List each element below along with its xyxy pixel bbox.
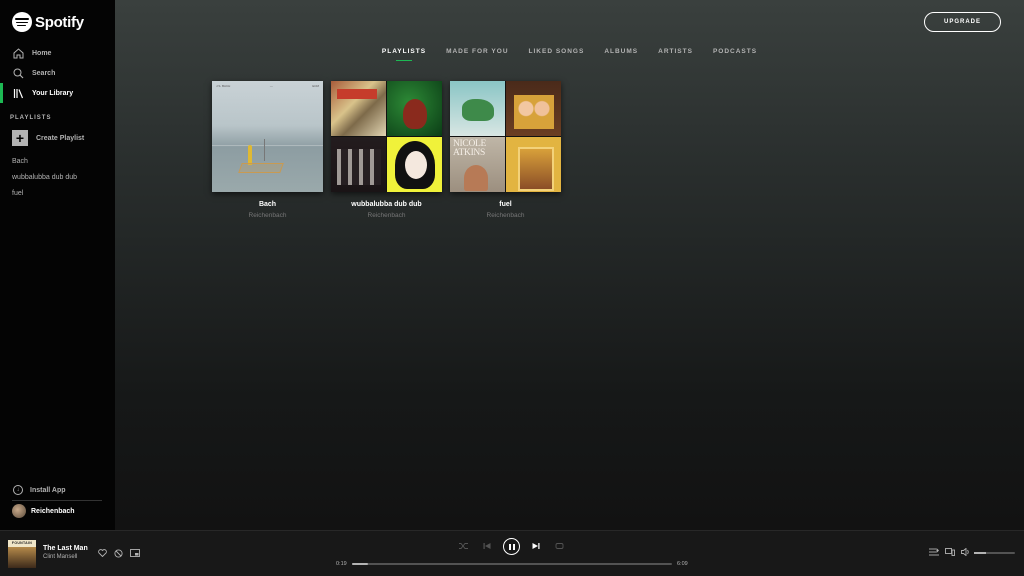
upgrade-button[interactable]: UPGRADE xyxy=(924,12,1001,32)
pause-icon xyxy=(508,543,515,550)
nav-item-your-library[interactable]: Your Library xyxy=(0,83,115,103)
now-playing-cover[interactable]: FOUNTAIN xyxy=(8,540,36,568)
repeat-icon[interactable] xyxy=(555,542,564,550)
previous-icon[interactable] xyxy=(483,542,491,550)
tab-playlists[interactable]: PLAYLISTS xyxy=(382,48,426,59)
next-icon[interactable] xyxy=(532,542,540,550)
volume-slider[interactable] xyxy=(974,552,1015,554)
playlist-title[interactable]: fuel xyxy=(499,201,511,208)
library-tabs: PLAYLISTS MADE FOR YOU LIKED SONGS ALBUM… xyxy=(115,48,1024,59)
tab-made-for-you[interactable]: MADE FOR YOU xyxy=(446,48,508,59)
track-artist[interactable]: Clint Mansell xyxy=(43,554,77,560)
create-playlist-button[interactable]: + Create Playlist xyxy=(12,130,84,146)
playlist-title[interactable]: wubbalubba dub dub xyxy=(351,201,421,208)
playlist-owner: Reichenbach xyxy=(367,212,406,219)
playlist-cover[interactable] xyxy=(331,81,442,192)
album-art xyxy=(506,81,561,136)
playlist-card-bach[interactable]: J.S. BACH — ECM Bach Reichenbach xyxy=(212,81,323,219)
avatar xyxy=(12,504,26,518)
block-icon[interactable] xyxy=(114,549,123,558)
sidebar-playlist-fuel[interactable]: fuel xyxy=(12,190,23,197)
sidebar: Spotify Home Search Your Library PLAYLIS… xyxy=(0,0,115,530)
active-indicator xyxy=(0,83,3,103)
tab-liked-songs[interactable]: LIKED SONGS xyxy=(529,48,585,59)
user-name: Reichenbach xyxy=(31,507,75,515)
progress-bar[interactable] xyxy=(352,563,672,565)
search-icon xyxy=(12,67,24,79)
shuffle-icon[interactable] xyxy=(459,542,468,550)
picture-in-picture-icon[interactable] xyxy=(130,549,140,557)
install-app-button[interactable]: ↓ Install App xyxy=(13,485,66,495)
nav-label-your-library: Your Library xyxy=(32,89,74,97)
tab-albums[interactable]: ALBUMS xyxy=(604,48,638,59)
album-art xyxy=(506,137,561,192)
album-art xyxy=(387,137,442,192)
album-art xyxy=(387,81,442,136)
sidebar-playlist-wubbalubba[interactable]: wubbalubba dub dub xyxy=(12,174,77,181)
playlist-title[interactable]: Bach xyxy=(259,201,276,208)
volume-icon[interactable] xyxy=(961,548,970,556)
tab-artists[interactable]: ARTISTS xyxy=(658,48,693,59)
playlists-heading: PLAYLISTS xyxy=(10,115,52,121)
library-icon xyxy=(12,87,24,99)
album-art: NICOLE ATKINS xyxy=(450,137,505,192)
spotify-logo[interactable]: Spotify xyxy=(12,12,84,32)
sidebar-divider xyxy=(12,500,102,501)
progress-fill xyxy=(352,563,368,565)
plus-icon: + xyxy=(12,130,28,146)
spotify-icon xyxy=(12,12,32,32)
nav-item-home[interactable]: Home xyxy=(0,43,115,63)
playlist-cover[interactable]: NICOLE ATKINS xyxy=(450,81,561,192)
elapsed-time: 0:19 xyxy=(336,561,347,567)
heart-icon[interactable] xyxy=(98,549,107,557)
album-art xyxy=(331,137,386,192)
duration-time: 6:09 xyxy=(677,561,688,567)
playlist-owner: Reichenbach xyxy=(486,212,525,219)
cover-text: FOUNTAIN xyxy=(11,541,33,545)
playlist-cover[interactable]: J.S. BACH — ECM xyxy=(212,81,323,192)
playlist-grid: J.S. BACH — ECM Bach Reichenbach wubbalubb… xyxy=(212,81,569,219)
playlist-owner: Reichenbach xyxy=(248,212,287,219)
download-icon: ↓ xyxy=(13,485,23,495)
sidebar-playlist-bach[interactable]: Bach xyxy=(12,158,28,165)
create-playlist-label: Create Playlist xyxy=(36,134,85,142)
nav-label-search: Search xyxy=(32,69,56,77)
install-app-label: Install App xyxy=(30,486,66,494)
playlist-card-fuel[interactable]: NICOLE ATKINS fuel Reichenbach xyxy=(450,81,561,219)
nav-label-home: Home xyxy=(32,49,52,57)
main-content: UPGRADE PLAYLISTS MADE FOR YOU LIKED SON… xyxy=(115,0,1024,530)
home-icon xyxy=(12,47,24,59)
queue-icon[interactable] xyxy=(929,548,939,556)
volume-fill xyxy=(974,552,987,554)
track-title[interactable]: The Last Man xyxy=(43,545,88,552)
tab-podcasts[interactable]: PODCASTS xyxy=(713,48,757,59)
user-profile[interactable]: Reichenbach xyxy=(12,504,75,518)
devices-icon[interactable] xyxy=(945,548,955,556)
brand-name: Spotify xyxy=(35,13,84,31)
nav-item-search[interactable]: Search xyxy=(0,63,115,83)
pause-button[interactable] xyxy=(503,538,520,555)
playlist-card-wubbalubba[interactable]: wubbalubba dub dub Reichenbach xyxy=(331,81,442,219)
album-art xyxy=(450,81,505,136)
album-art xyxy=(331,81,386,136)
cover-text: NICOLE ATKINS xyxy=(453,139,487,158)
